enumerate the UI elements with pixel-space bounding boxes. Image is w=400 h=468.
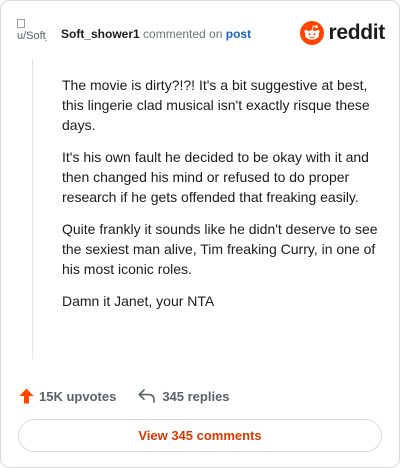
replies-button[interactable]: 345 replies [138,388,230,404]
comment-body: The movie is dirty?!?! It's a bit sugges… [62,75,378,323]
comment-paragraph: It's his own fault he decided to be okay… [62,149,369,205]
reddit-wordmark: reddit [328,21,385,44]
user-avatar[interactable]: u/Soft_ [17,18,47,50]
avatar-alt-text: u/Soft_ [17,30,47,42]
comment-paragraph: Damn it Janet, your NTA [62,293,215,309]
comment-paragraph: The movie is dirty?!?! It's a bit sugges… [62,77,370,133]
comment-meta: Soft_shower1 commented on post [61,27,251,41]
upvote-arrow-icon [19,388,34,404]
replies-count: 345 replies [162,388,230,404]
comment-embed-card: u/Soft_ Soft_shower1 commented on post r… [0,0,400,468]
action-text: commented on [143,27,223,41]
broken-image-icon [17,19,25,28]
reddit-snoo-icon [300,21,325,45]
reply-arrow-icon [138,389,156,403]
view-comments-button[interactable]: View 345 comments [18,419,382,452]
comment-paragraph: Quite frankly it sounds like he didn't d… [62,221,378,277]
post-link[interactable]: post [226,27,251,41]
upvote-button[interactable]: 15K upvotes [19,388,116,404]
username-link[interactable]: Soft_shower1 [61,27,140,41]
comment-header: u/Soft_ Soft_shower1 commented on post r… [17,18,385,50]
reddit-logo[interactable]: reddit [300,20,385,46]
thread-line [32,59,33,359]
upvote-count: 15K upvotes [39,388,117,404]
comment-footer: 15K upvotes 345 replies [19,386,230,406]
